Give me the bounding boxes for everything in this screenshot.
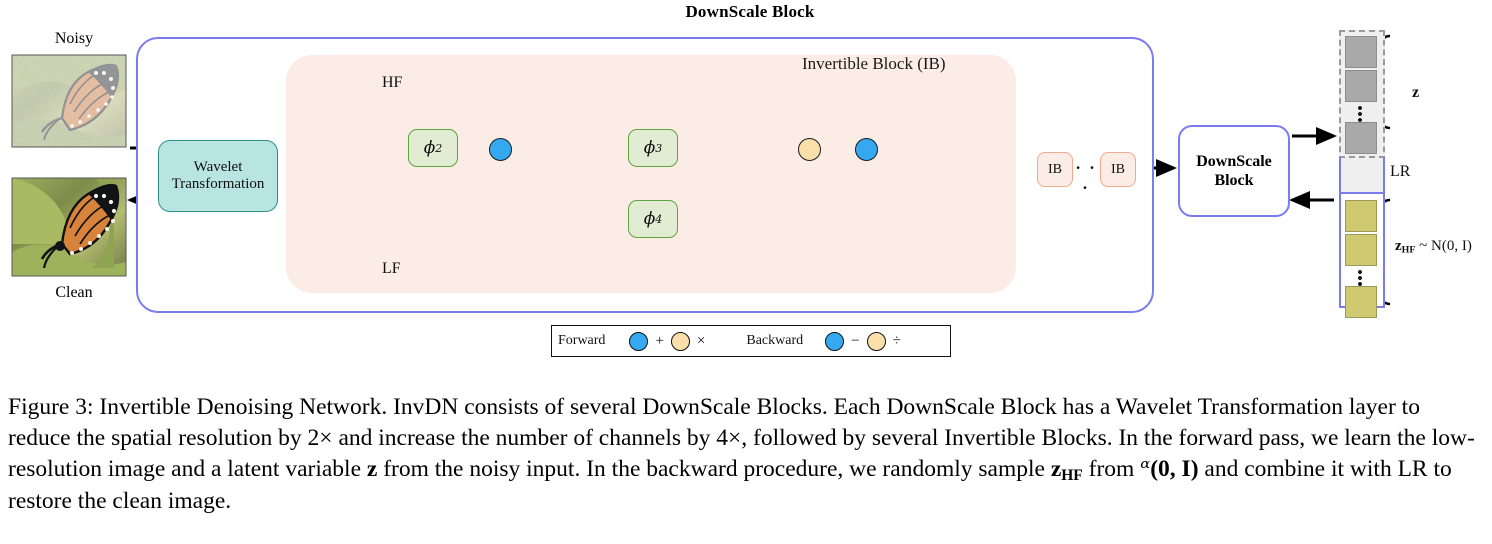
caption-text-2: and increase the number of channels by 4 — [332, 424, 729, 451]
phi4-symbol: ϕ — [643, 209, 656, 229]
zhf-distribution: ~ N(0, I) — [1415, 238, 1472, 254]
lr-label: LR — [1390, 163, 1411, 180]
phi3-symbol: ϕ — [643, 138, 656, 158]
ib-chain-ellipsis: · · · — [1075, 158, 1097, 197]
phi2-box[interactable]: ϕ2 — [408, 129, 458, 167]
noisy-image — [12, 55, 126, 147]
caption-zhf-subscript: HF — [1061, 466, 1083, 484]
downscale-line2: Block — [1214, 172, 1254, 189]
legend-forward-op-plus: + — [655, 332, 664, 349]
operator-node-tan-1 — [798, 138, 821, 161]
wavelet-line2: Transformation — [171, 176, 265, 192]
phi3-box[interactable]: ϕ3 — [628, 129, 678, 167]
invertible-block-label: Invertible Block (IB) — [802, 54, 946, 73]
caption-times-2: × — [728, 424, 742, 451]
legend-backward-op-minus: − — [851, 332, 860, 349]
figure-caption: Figure 3: Invertible Denoising Network. … — [8, 392, 1486, 517]
downscale-line1: DownScale — [1196, 152, 1272, 170]
legend-forward-op-times: × — [696, 332, 706, 349]
legend-backward-op-divide: ÷ — [892, 332, 901, 349]
legend-tan-dot-backward — [866, 331, 886, 351]
caption-normal-symbol: ᵅ — [1140, 454, 1151, 483]
zhf-square — [1345, 286, 1377, 318]
z-square — [1345, 70, 1377, 102]
phi2-symbol: ϕ — [423, 138, 436, 158]
legend-forward-label: Forward — [558, 333, 606, 348]
legend-tan-dot-forward — [670, 331, 690, 351]
z-label: z — [1412, 84, 1420, 101]
noisy-image-label: Noisy — [54, 30, 94, 47]
legend-blue-dot-backward — [825, 331, 845, 351]
zhf-square — [1345, 200, 1377, 232]
ib-box-first[interactable]: IB — [1037, 152, 1073, 187]
z-square — [1345, 122, 1377, 154]
phi2-subscript: 2 — [435, 141, 443, 155]
operator-node-blue-2 — [855, 138, 878, 161]
wavelet-transformation-box[interactable]: Wavelet Transformation — [158, 140, 278, 212]
legend-blue-dot-forward — [629, 331, 649, 351]
caption-prefix: Figure 3: — [8, 394, 94, 420]
phi3-subscript: 3 — [655, 141, 663, 155]
lf-label: LF — [382, 260, 401, 277]
wavelet-line1: Wavelet — [193, 158, 243, 175]
ib-box-last[interactable]: IB — [1100, 152, 1136, 187]
zhf-square — [1345, 234, 1377, 266]
clean-image — [12, 178, 126, 276]
caption-text-4: from the noisy input. In the backward pr… — [377, 456, 1051, 483]
downscale-block-right[interactable]: DownScale Block — [1178, 125, 1290, 217]
legend-backward-label: Backward — [746, 333, 804, 348]
zhf-label: zHF ~ N(0, I) — [1395, 238, 1472, 255]
figure-diagram: DownScale Block Invertible Block (IB) No… — [0, 0, 1492, 380]
legend-box: Forward + × Backward − ÷ — [551, 325, 951, 357]
hf-label: HF — [382, 74, 403, 91]
caption-normal-args: (0, I) — [1150, 456, 1199, 483]
zhf-latent-column: • • • — [1339, 192, 1385, 318]
z-latent-column: • • • — [1339, 30, 1385, 162]
z-square — [1345, 36, 1377, 68]
figure-title: DownScale Block — [685, 2, 815, 21]
caption-times-1: × — [319, 424, 333, 451]
caption-z: z — [366, 456, 378, 483]
operator-node-blue-1 — [489, 138, 512, 161]
zhf-symbol: z — [1395, 238, 1402, 254]
phi4-box[interactable]: ϕ4 — [628, 200, 678, 238]
caption-text-5: from — [1082, 456, 1141, 483]
clean-image-label: Clean — [55, 284, 93, 301]
phi4-subscript: 4 — [655, 212, 663, 226]
zhf-subscript: HF — [1401, 244, 1416, 256]
caption-zhf: z — [1050, 456, 1062, 483]
